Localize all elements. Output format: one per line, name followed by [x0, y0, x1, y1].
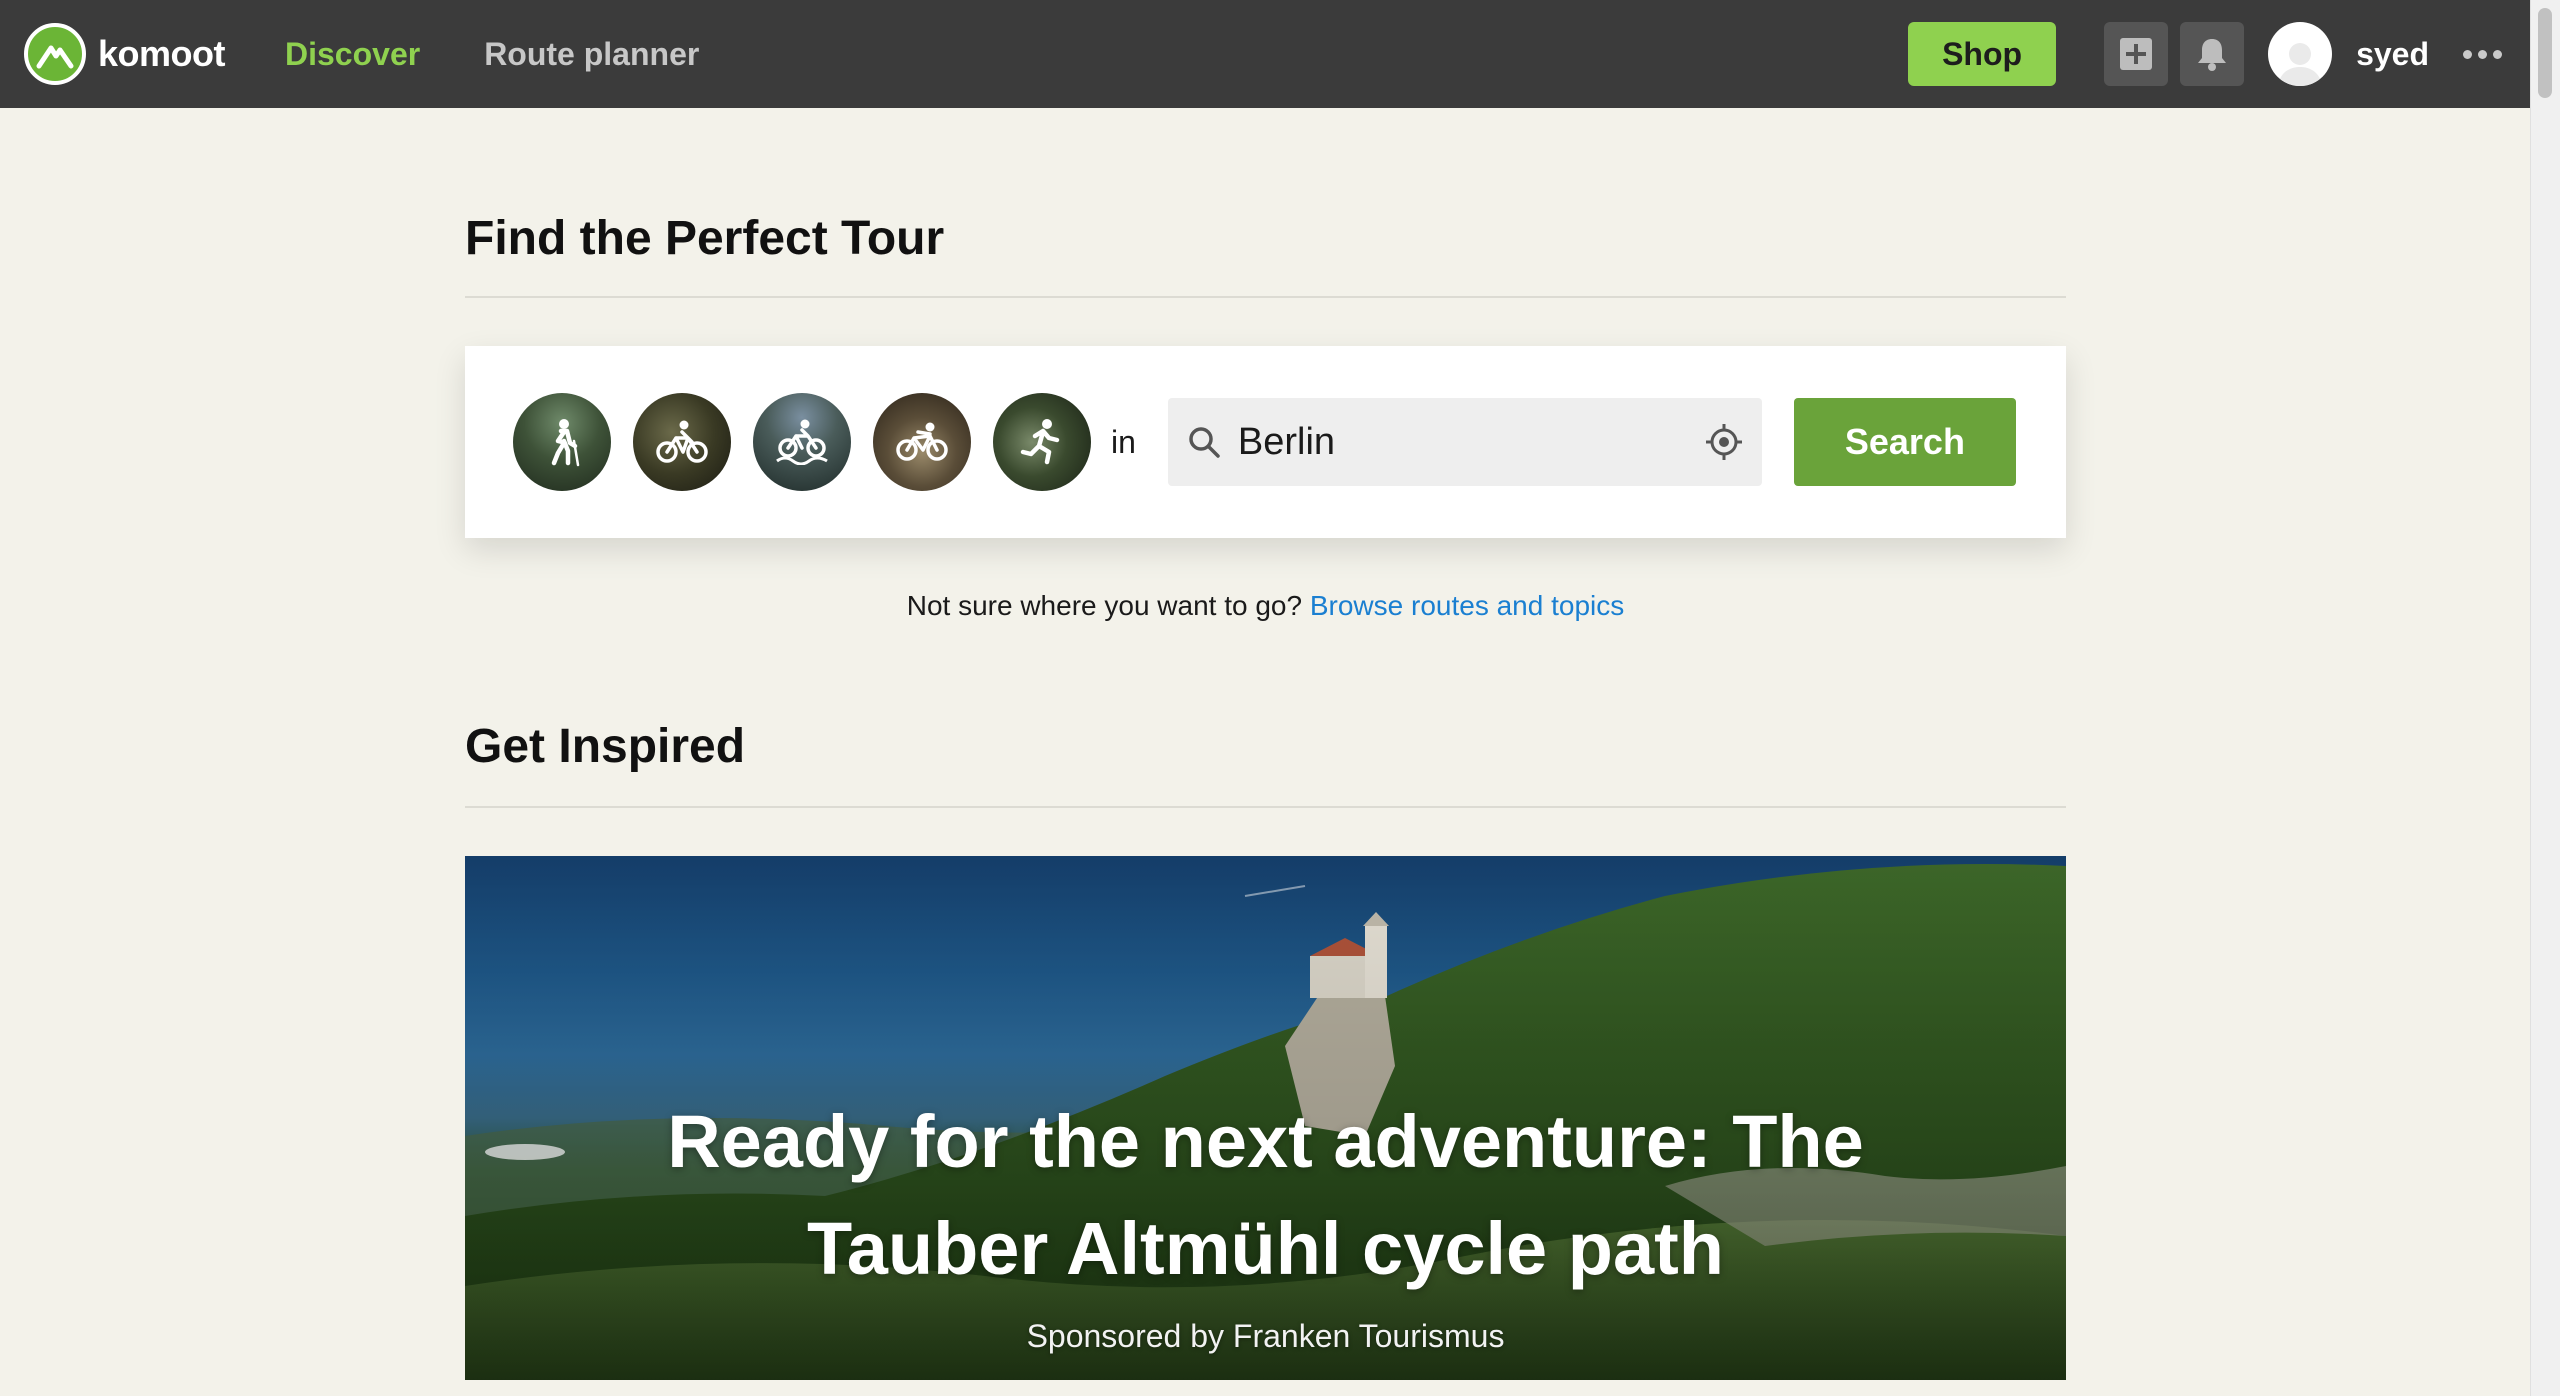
road-cycling-icon	[896, 422, 948, 461]
more-dot	[2493, 49, 2502, 59]
inspired-section-title: Get Inspired	[465, 720, 746, 773]
divider	[465, 296, 2066, 298]
user-avatar[interactable]	[2268, 22, 2333, 86]
main-content: Find the Perfect Tour in Berlin Search N…	[465, 108, 2066, 1380]
bike-touring-icon	[656, 420, 708, 463]
location-input[interactable]	[1237, 420, 1678, 464]
scrollbar-thumb[interactable]	[2538, 8, 2552, 98]
default-avatar-icon	[2278, 43, 2323, 86]
plus-square-icon	[2120, 38, 2153, 70]
sport-bike-touring-button[interactable]	[633, 393, 731, 491]
browse-routes-link[interactable]: Browse routes and topics	[1310, 590, 1624, 621]
hero-sponsor: Sponsored by Franken Tourismus	[1026, 1318, 1505, 1354]
komoot-logo-icon	[24, 23, 86, 85]
locate-crosshair-icon	[1705, 424, 1742, 460]
browse-line: Not sure where you want to go? Browse ro…	[465, 590, 2066, 622]
divider	[465, 806, 2066, 808]
search-button[interactable]: Search	[1793, 398, 2016, 486]
location-search-field[interactable]	[1167, 398, 1762, 486]
shop-button[interactable]: Shop	[1908, 22, 2057, 86]
sport-hiking-button[interactable]	[513, 393, 611, 491]
more-dot	[2463, 49, 2472, 59]
bell-icon	[2198, 39, 2227, 71]
featured-collection-card[interactable]: Ready for the next adventure: The Tauber…	[465, 856, 2066, 1380]
hiking-icon	[551, 419, 580, 467]
komoot-logo[interactable]: komoot	[24, 0, 226, 108]
nav-route-planner[interactable]: Route planner	[484, 36, 699, 73]
top-navigation-bar: komoot Discover Route planner Shop syed	[0, 0, 2530, 108]
find-section-title: Find the Perfect Tour	[465, 212, 945, 265]
sport-running-button[interactable]	[993, 393, 1091, 491]
tour-search-card: in Search	[465, 346, 2066, 538]
running-icon	[1020, 419, 1060, 465]
search-icon	[1189, 427, 1220, 458]
mountain-biking-icon	[776, 419, 828, 465]
sport-road-cycling-button[interactable]	[873, 393, 971, 491]
more-dots-icon[interactable]	[2463, 49, 2502, 59]
more-dot	[2478, 49, 2487, 59]
hero-title: Ready for the next adventure: The Tauber…	[667, 1100, 1864, 1290]
page-scrollbar[interactable]	[2530, 0, 2560, 1396]
username[interactable]: syed	[2356, 36, 2429, 73]
browse-prompt: Not sure where you want to go?	[906, 590, 1303, 621]
brand-name: komoot	[98, 33, 226, 74]
current-location-button[interactable]	[1702, 420, 1746, 464]
in-label: in	[1111, 423, 1136, 460]
create-button[interactable]	[2104, 22, 2169, 86]
notifications-button[interactable]	[2180, 22, 2245, 86]
sport-mountain-biking-button[interactable]	[753, 393, 851, 491]
nav-discover[interactable]: Discover	[285, 36, 420, 73]
